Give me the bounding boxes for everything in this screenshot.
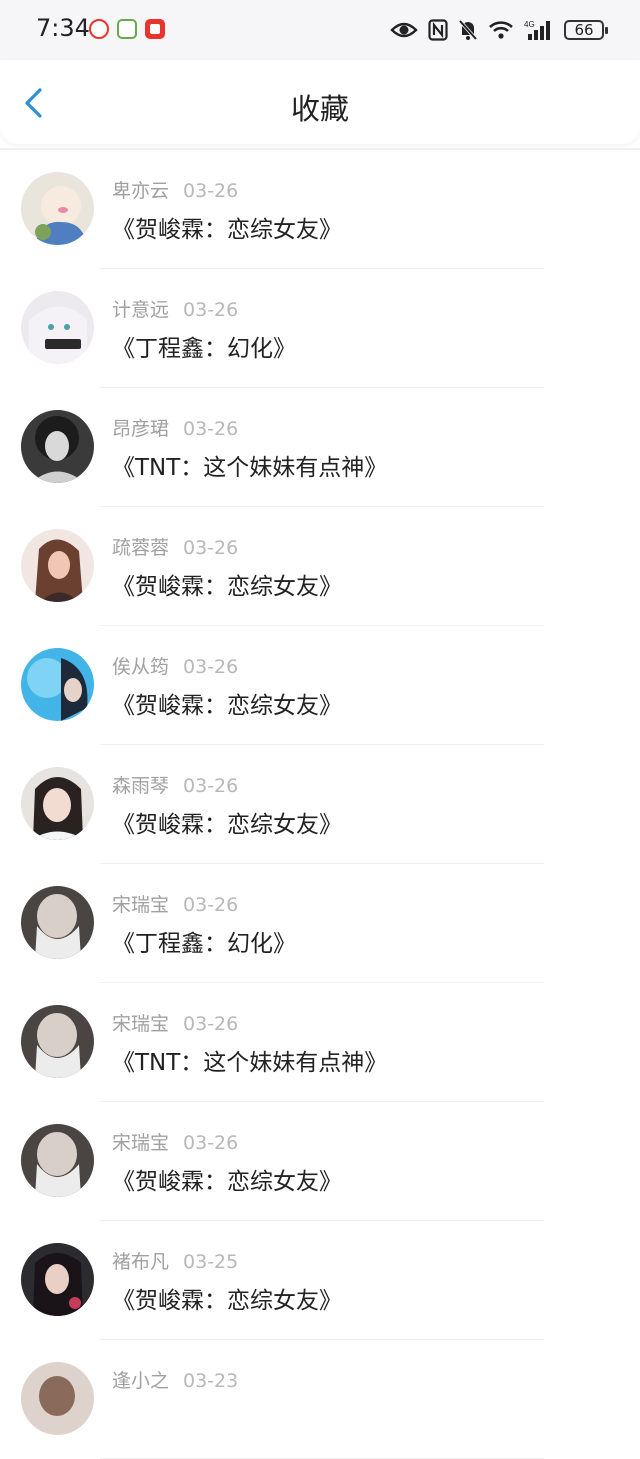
list-item[interactable]: 褚布凡 03-25 《贺峻霖：恋综女友》: [0, 1221, 640, 1340]
item-author: 卑亦云: [112, 180, 170, 202]
favorites-list: 卑亦云 03-26 《贺峻霖：恋综女友》 计意远 03-26 《丁程鑫：幻化》 昂彦…: [0, 150, 640, 1459]
item-author: 褚布凡: [112, 1251, 170, 1273]
list-item[interactable]: 计意远 03-26 《丁程鑫：幻化》: [0, 269, 640, 388]
svg-text:4G: 4G: [524, 20, 535, 29]
avatar: [21, 1243, 94, 1316]
item-date: 03-26: [183, 1013, 239, 1035]
item-author: 宋瑞宝: [112, 1132, 170, 1154]
item-author: 逢小之: [112, 1370, 170, 1392]
list-item[interactable]: 昂彦珺 03-26 《TNT：这个妹妹有点神》: [0, 388, 640, 507]
item-title: 《贺峻霖：恋综女友》: [112, 1169, 342, 1195]
avatar: [21, 1005, 94, 1078]
item-date: 03-26: [183, 1132, 239, 1154]
list-item[interactable]: 森雨琴 03-26 《贺峻霖：恋综女友》: [0, 745, 640, 864]
item-date: 03-26: [183, 537, 239, 559]
app-notification-icon: [117, 19, 137, 39]
item-title: 《TNT：这个妹妹有点神》: [112, 455, 388, 481]
item-title: 《贺峻霖：恋综女友》: [112, 217, 342, 243]
item-date: 03-26: [183, 418, 239, 440]
avatar: [21, 1124, 94, 1197]
avatar: [21, 529, 94, 602]
list-item[interactable]: 疏蓉蓉 03-26 《贺峻霖：恋综女友》: [0, 507, 640, 626]
list-item[interactable]: 逢小之 03-23: [0, 1340, 640, 1459]
item-title: 《丁程鑫：幻化》: [112, 336, 296, 362]
avatar: [21, 1362, 94, 1435]
item-author: 宋瑞宝: [112, 894, 170, 916]
list-item[interactable]: 宋瑞宝 03-26 《丁程鑫：幻化》: [0, 864, 640, 983]
avatar: [21, 767, 94, 840]
avatar: [21, 172, 94, 245]
item-title: 《TNT：这个妹妹有点神》: [112, 1050, 388, 1076]
battery-level: 66: [574, 21, 594, 39]
avatar: [21, 886, 94, 959]
item-title: 《丁程鑫：幻化》: [112, 931, 296, 957]
item-author: 宋瑞宝: [112, 1013, 170, 1035]
cellular-4g-icon: 4G: [524, 20, 550, 40]
item-date: 03-26: [183, 775, 239, 797]
item-date: 03-26: [183, 656, 239, 678]
list-item[interactable]: 宋瑞宝 03-26 《贺峻霖：恋综女友》: [0, 1102, 640, 1221]
nfc-icon: [428, 19, 448, 41]
avatar: [21, 291, 94, 364]
page-title: 收藏: [290, 92, 349, 126]
item-author: 森雨琴: [112, 775, 170, 797]
item-date: 03-26: [183, 180, 239, 202]
item-date: 03-23: [183, 1370, 239, 1392]
item-date: 03-26: [183, 299, 239, 321]
list-item[interactable]: 俟从筠 03-26 《贺峻霖：恋综女友》: [0, 626, 640, 745]
avatar: [21, 648, 94, 721]
mute-bell-icon: [458, 19, 478, 41]
status-time: 7:34: [36, 14, 90, 42]
battery-indicator: 66: [564, 20, 608, 40]
list-item[interactable]: 卑亦云 03-26 《贺峻霖：恋综女友》: [0, 150, 640, 269]
wifi-icon: [489, 21, 513, 39]
item-title: 《贺峻霖：恋综女友》: [112, 574, 342, 600]
item-date: 03-25: [183, 1251, 239, 1273]
avatar: [21, 410, 94, 483]
item-author: 昂彦珺: [112, 418, 170, 440]
eye-icon: [390, 22, 418, 38]
item-author: 俟从筠: [112, 656, 170, 678]
item-date: 03-26: [183, 894, 239, 916]
item-title: 《贺峻霖：恋综女友》: [112, 1288, 342, 1314]
item-title: 《贺峻霖：恋综女友》: [112, 693, 342, 719]
weibo-notification-icon: [89, 19, 109, 39]
item-author: 疏蓉蓉: [112, 537, 170, 559]
red-app-notification-icon: [145, 19, 165, 39]
app-header: 收藏: [0, 60, 640, 144]
item-title: 《贺峻霖：恋综女友》: [112, 812, 342, 838]
list-item[interactable]: 宋瑞宝 03-26 《TNT：这个妹妹有点神》: [0, 983, 640, 1102]
item-author: 计意远: [112, 299, 170, 321]
status-bar: 7:34 4G 66: [0, 0, 640, 60]
